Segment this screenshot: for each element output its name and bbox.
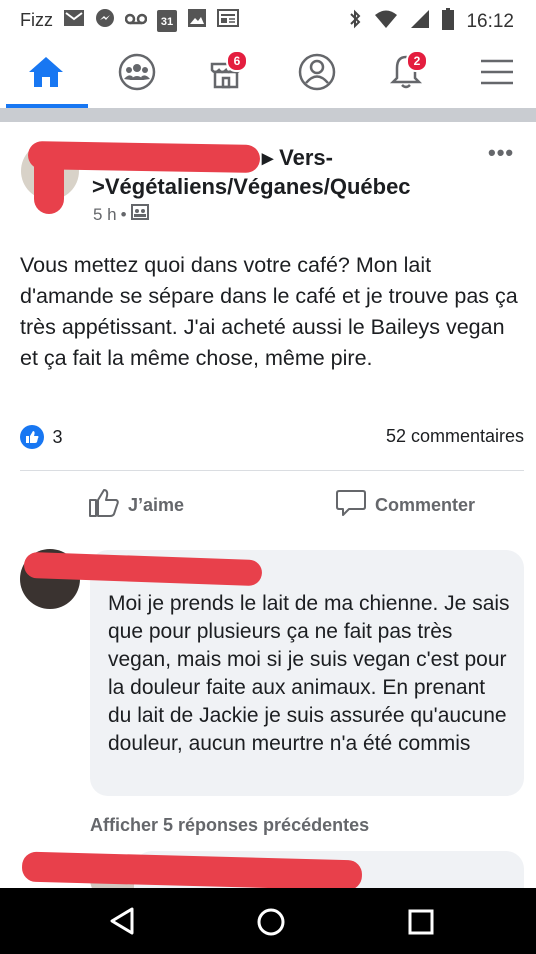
android-nav-bar	[0, 888, 536, 954]
wifi-icon	[374, 9, 398, 35]
nav-profile[interactable]	[289, 48, 345, 100]
back-icon[interactable]	[108, 906, 136, 941]
top-nav: 6 2	[0, 38, 536, 108]
nav-notifications[interactable]: 2	[378, 48, 434, 100]
reactions-count: 3	[52, 427, 63, 447]
group-name[interactable]: ▸ Vers- >Végétaliens/Véganes/Québec	[92, 143, 472, 201]
profile-icon	[297, 52, 337, 97]
signal-icon	[410, 9, 430, 35]
status-right: 16:12	[348, 8, 514, 36]
post-time: 5 h	[93, 204, 117, 224]
home-circle-icon[interactable]	[256, 907, 286, 942]
image-icon	[187, 8, 207, 33]
group-audience-icon	[130, 204, 149, 225]
status-left: Fizz 31	[20, 8, 239, 33]
notifications-badge: 2	[406, 50, 428, 72]
messenger-icon	[95, 8, 115, 33]
group-name-line2: >Végétaliens/Véganes/Québec	[92, 174, 411, 199]
nav-groups[interactable]	[109, 48, 165, 100]
calendar-day: 31	[160, 15, 174, 28]
post-text: Vous mettez quoi dans votre café? Mon la…	[20, 253, 518, 370]
comment-text: Moi je prends le lait de ma chienne. Je …	[108, 592, 510, 755]
thumbs-up-icon	[88, 488, 120, 523]
comment-icon	[335, 488, 367, 523]
groups-icon	[117, 52, 157, 97]
view-previous-replies-link[interactable]: Afficher 5 réponses précédentes	[90, 815, 369, 836]
reactions-row: 3 52 commentaires	[20, 424, 524, 450]
recents-icon[interactable]	[408, 909, 434, 940]
voicemail-icon	[124, 10, 148, 31]
nav-home[interactable]	[18, 48, 74, 100]
marketplace-badge: 6	[226, 50, 248, 72]
nav-marketplace[interactable]: 6	[198, 48, 254, 100]
clock: 16:12	[466, 11, 514, 32]
feed-separator	[0, 108, 536, 122]
reactions-summary[interactable]: 3	[20, 425, 62, 449]
comment-label: Commenter	[375, 495, 476, 515]
group-name-line1: ▸ Vers-	[262, 145, 333, 170]
redaction-mark	[34, 146, 64, 214]
home-icon	[26, 54, 66, 95]
post-meta: 5 h •	[93, 204, 149, 225]
post-divider	[20, 470, 524, 471]
carrier-name: Fizz	[20, 10, 53, 30]
post-more-button[interactable]: •••	[488, 140, 514, 166]
like-button[interactable]: J’aime	[88, 488, 184, 523]
status-bar: Fizz 31 16:12	[0, 0, 536, 38]
nav-menu[interactable]	[469, 48, 525, 100]
comment-button[interactable]: Commenter	[335, 488, 475, 523]
like-reaction-icon	[20, 425, 44, 449]
news-icon	[217, 8, 239, 33]
comments-count[interactable]: 52 commentaires	[386, 426, 524, 447]
bluetooth-icon	[348, 9, 362, 35]
gmail-icon	[63, 9, 85, 32]
menu-icon	[479, 57, 515, 92]
like-label: J’aime	[128, 495, 185, 515]
calendar-icon: 31	[157, 9, 177, 32]
meta-separator: •	[120, 204, 127, 224]
battery-icon	[442, 8, 455, 36]
